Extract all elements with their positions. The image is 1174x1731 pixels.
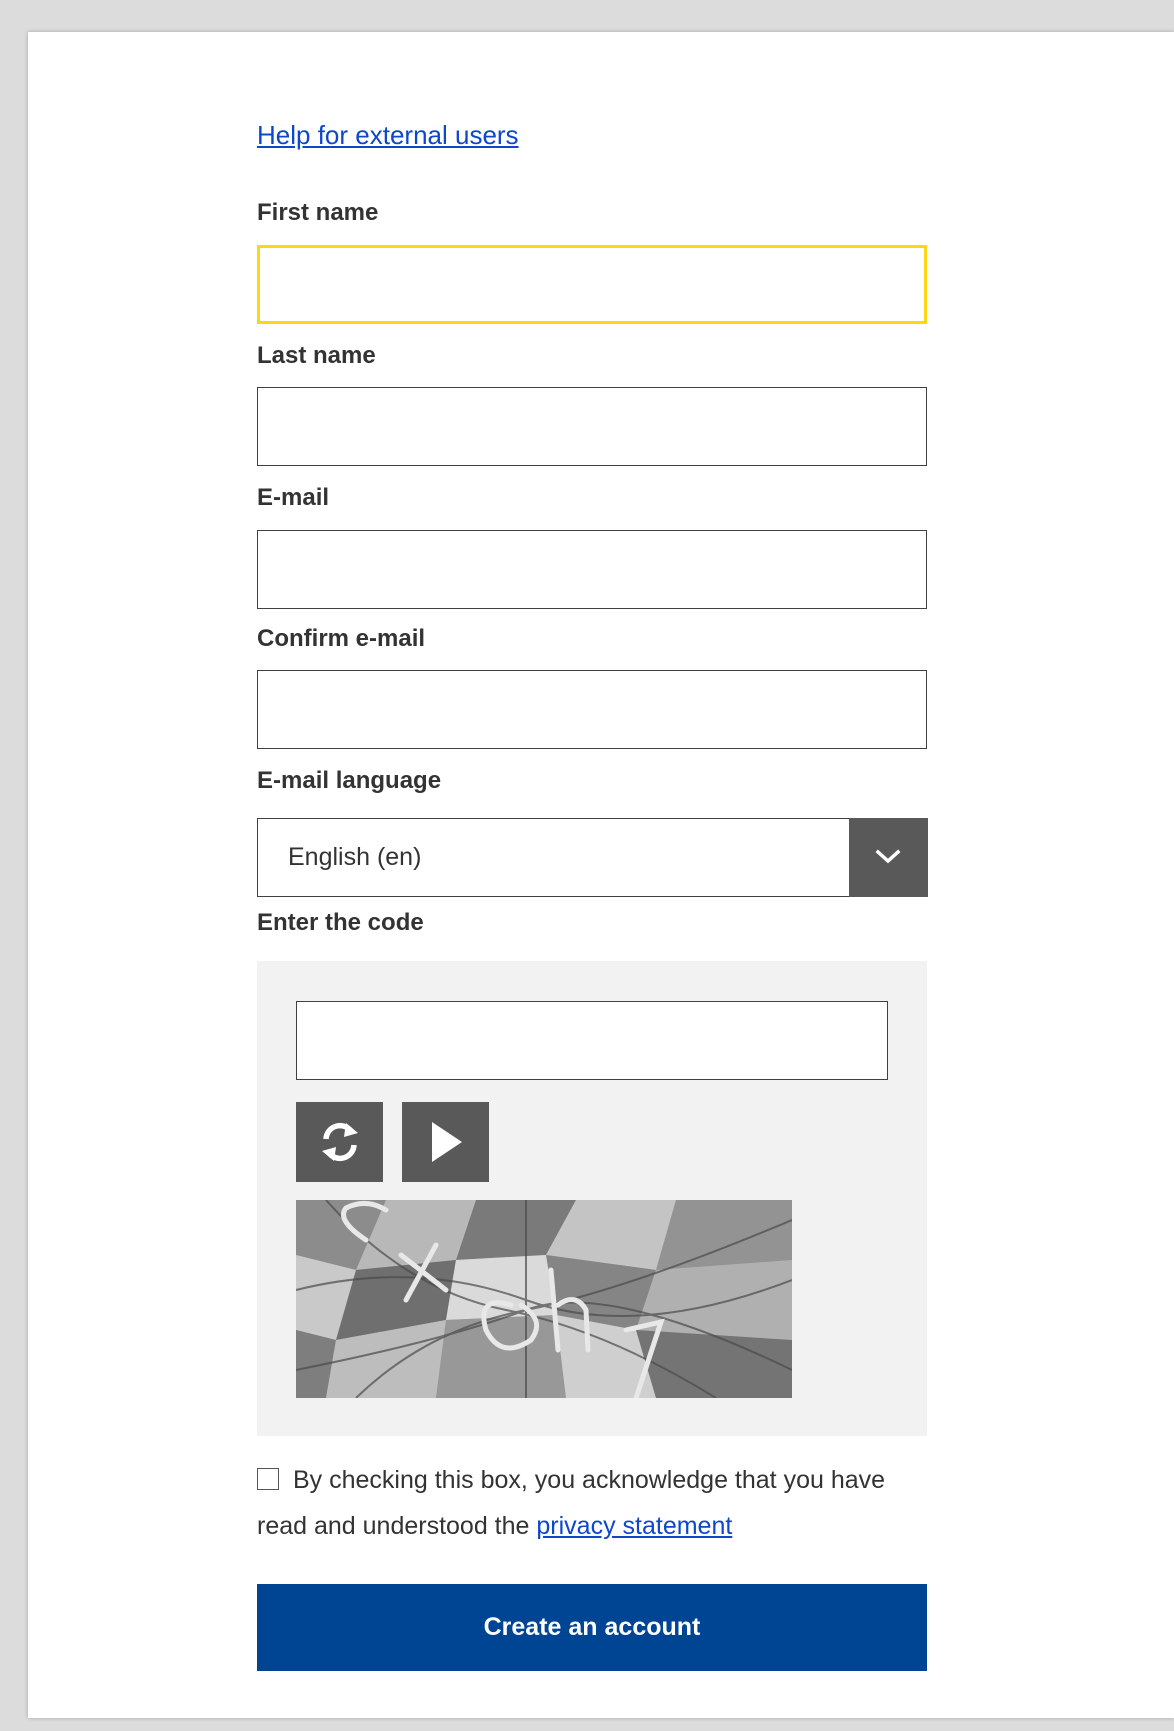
last-name-label: Last name (257, 342, 376, 369)
captcha-image (296, 1200, 792, 1398)
first-name-input[interactable] (257, 245, 927, 324)
captcha-label: Enter the code (257, 909, 424, 936)
captcha-panel (257, 961, 927, 1436)
last-name-input[interactable] (257, 387, 927, 466)
email-input[interactable] (257, 530, 927, 609)
privacy-statement-link[interactable]: privacy statement (536, 1512, 732, 1540)
confirm-email-label: Confirm e-mail (257, 625, 426, 652)
captcha-input[interactable] (296, 1001, 888, 1080)
create-account-button[interactable]: Create an account (257, 1584, 927, 1671)
registration-card: Help for external users First name Last … (28, 32, 1174, 1718)
email-label: E-mail (257, 484, 330, 511)
email-language-value: English (en) (288, 843, 422, 871)
consent-checkbox[interactable] (257, 1468, 279, 1490)
email-language-label: E-mail language (257, 767, 442, 794)
consent-row: By checking this box, you acknowledge th… (257, 1457, 927, 1549)
confirm-email-input[interactable] (257, 670, 927, 749)
captcha-audio-button[interactable] (402, 1102, 489, 1182)
email-language-select[interactable]: English (en) (257, 817, 928, 897)
help-link[interactable]: Help for external users (257, 120, 519, 151)
refresh-icon (321, 1122, 358, 1162)
chevron-down-icon[interactable] (848, 817, 928, 897)
first-name-label: First name (257, 199, 379, 226)
captcha-refresh-button[interactable] (296, 1102, 383, 1182)
play-audio-icon (431, 1122, 462, 1162)
